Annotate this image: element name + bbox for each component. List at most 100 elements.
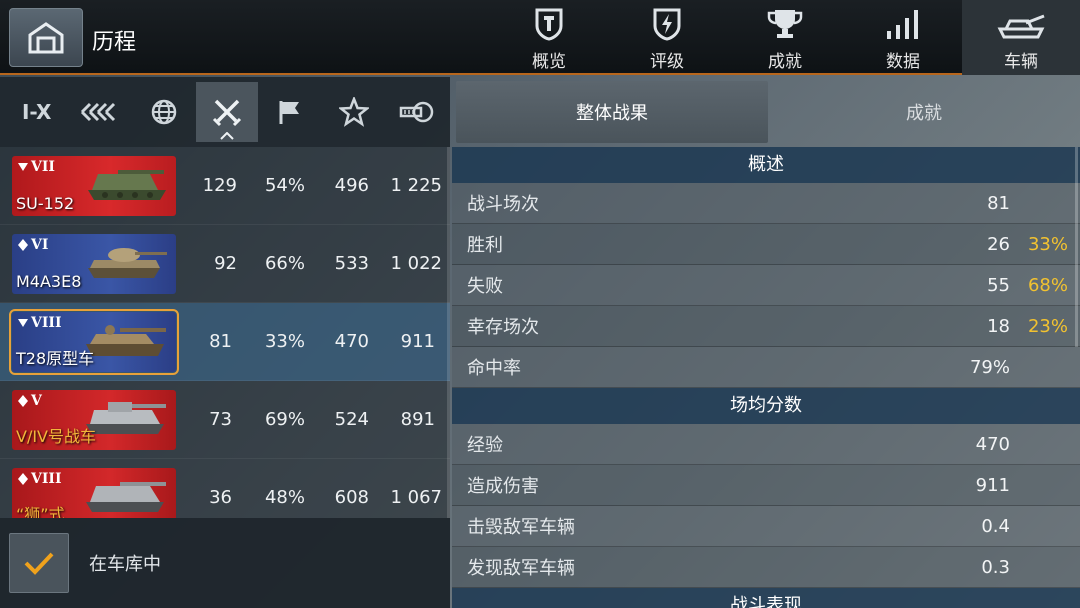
tier-label: VII — [31, 158, 55, 175]
garage-icon — [28, 21, 64, 53]
tier-filter-label: I-X — [21, 100, 52, 124]
stat-row: 经验 470 — [452, 424, 1080, 465]
tab-statistics[interactable]: 数据 — [844, 0, 962, 75]
battles-count: 36 — [209, 487, 232, 508]
tab-rating-label: 评级 — [650, 52, 684, 72]
tank-image — [86, 481, 166, 512]
vehicle-name: V/IV号战车 — [16, 426, 97, 446]
vehicle-row[interactable]: VII SU-152 129 54% 496 1 225 — [0, 147, 450, 225]
stats-panel: 整体战果 成就 概述 战斗场次 81 胜利 26 33% 失败 55 68% 幸… — [452, 77, 1080, 608]
stat-label: 幸存场次 — [467, 317, 539, 338]
tab-vehicle-achievements-label: 成就 — [906, 103, 942, 124]
stat-value: 0.3 — [981, 556, 1010, 578]
tank-icon — [997, 14, 1045, 39]
tier-badge: VI — [18, 237, 48, 253]
stat-row: 击毁敌军车辆 0.4 — [452, 506, 1080, 547]
vehicle-card: VIII T28原型车 — [9, 308, 179, 375]
tab-achievements[interactable]: 成就 — [726, 0, 844, 75]
tier-badge: VIII — [18, 471, 62, 487]
stat-row: 战斗场次 81 — [452, 183, 1080, 224]
vehicle-name: M4A3E8 — [16, 271, 82, 291]
stat-row: 命中率 79% — [452, 347, 1080, 388]
tab-overall-results-label: 整体战果 — [576, 103, 648, 124]
vehicle-list: VII SU-152 129 54% 496 1 225 VI M4A3E8 9… — [0, 147, 450, 518]
tab-vehicle-achievements[interactable]: 成就 — [768, 81, 1080, 143]
avg-damage: 891 — [400, 409, 435, 430]
vehicle-list-scrollbar[interactable] — [447, 147, 450, 518]
tier-label: V — [31, 392, 42, 409]
battles-count: 129 — [202, 175, 237, 196]
stat-value: 911 — [975, 474, 1010, 496]
medium-tank-class-icon — [18, 394, 28, 407]
medium-tank-class-icon — [18, 238, 28, 251]
vehicle-name: “狮”式 — [16, 504, 65, 519]
tank-image — [88, 247, 167, 278]
globe-filter-button[interactable] — [133, 82, 194, 142]
stat-label: 击毁敌军车辆 — [467, 517, 575, 538]
stat-value: 81 — [987, 192, 1010, 214]
vehicle-name: T28原型车 — [16, 348, 95, 368]
td-class-icon — [18, 318, 28, 327]
tier-label: VI — [31, 236, 49, 253]
garage-filter-bar: 在车库中 — [0, 518, 450, 608]
avg-exp: 608 — [334, 487, 369, 508]
in-garage-checkbox[interactable] — [9, 533, 69, 593]
tab-rating[interactable]: 评级 — [608, 0, 726, 75]
filter-bar: I-X — [0, 77, 450, 147]
tier-filter-button[interactable]: I-X — [6, 82, 67, 142]
stats-scrollbar[interactable] — [1075, 147, 1078, 347]
tier-badge: VII — [18, 159, 55, 175]
page-title: 历程 — [92, 30, 137, 55]
tab-overview-label: 概览 — [532, 52, 566, 72]
vehicle-row[interactable]: VIII “狮”式 36 48% 608 1 067 — [0, 459, 450, 518]
stat-value: 18 — [987, 315, 1010, 337]
vehicle-card: VI M4A3E8 — [12, 233, 176, 294]
winrate: 69% — [264, 409, 305, 430]
stat-row: 幸存场次 18 23% — [452, 306, 1080, 347]
star-filter-button[interactable] — [323, 82, 384, 142]
gun-icon — [399, 101, 434, 123]
tab-overall-results[interactable]: 整体战果 — [456, 81, 768, 143]
stat-label: 造成伤害 — [467, 476, 539, 497]
avg-damage: 911 — [400, 331, 435, 352]
gun-filter-button[interactable] — [387, 82, 448, 142]
bar-chart-icon — [887, 10, 918, 39]
garage-home-button[interactable] — [9, 8, 83, 67]
avg-exp: 470 — [334, 331, 369, 352]
shield-bolt-icon — [535, 8, 563, 41]
stat-percent: 23% — [1027, 315, 1068, 337]
stat-value: 55 — [987, 274, 1010, 296]
vehicle-card: VII SU-152 — [12, 155, 176, 216]
vehicle-name: SU-152 — [16, 193, 75, 213]
stat-row: 造成伤害 911 — [452, 465, 1080, 506]
vehicle-row-selected[interactable]: VIII T28原型车 81 33% 470 911 — [0, 303, 450, 381]
avg-exp: 496 — [334, 175, 369, 196]
vehicle-row[interactable]: V V/IV号战车 73 69% 524 891 — [0, 381, 450, 459]
tab-overview[interactable]: 概览 — [490, 0, 608, 75]
battle-filter-button[interactable] — [196, 82, 258, 142]
battles-count: 73 — [209, 409, 232, 430]
nation-filter-button[interactable] — [69, 82, 130, 142]
winrate: 54% — [264, 175, 305, 196]
rating-shield-icon — [653, 8, 681, 41]
tab-statistics-label: 数据 — [886, 52, 920, 72]
stats-tabs: 整体战果 成就 — [452, 77, 1080, 147]
stat-label: 失败 — [467, 276, 503, 297]
tab-vehicles[interactable]: 车辆 — [962, 0, 1080, 75]
vehicle-row[interactable]: VI M4A3E8 92 66% 533 1 022 — [0, 225, 450, 303]
stat-value: 79% — [969, 356, 1010, 378]
section-header: 战斗表现 — [452, 588, 1080, 608]
star-icon — [338, 97, 369, 127]
average-score-rows: 经验 470 造成伤害 911 击毁敌军车辆 0.4 发现敌军车辆 0.3 — [452, 424, 1080, 588]
chevrons-icon — [81, 102, 116, 122]
avg-damage: 1 225 — [390, 175, 442, 196]
heavy-tank-class-icon — [18, 472, 28, 485]
stat-row: 胜利 26 33% — [452, 224, 1080, 265]
winrate: 48% — [264, 487, 305, 508]
stat-label: 胜利 — [467, 235, 503, 256]
flag-filter-button[interactable] — [260, 82, 321, 142]
checkmark-icon — [24, 552, 54, 575]
vehicle-card: V V/IV号战车 — [12, 389, 176, 450]
chevron-up-icon — [220, 132, 234, 140]
stat-percent: 33% — [1027, 233, 1068, 255]
